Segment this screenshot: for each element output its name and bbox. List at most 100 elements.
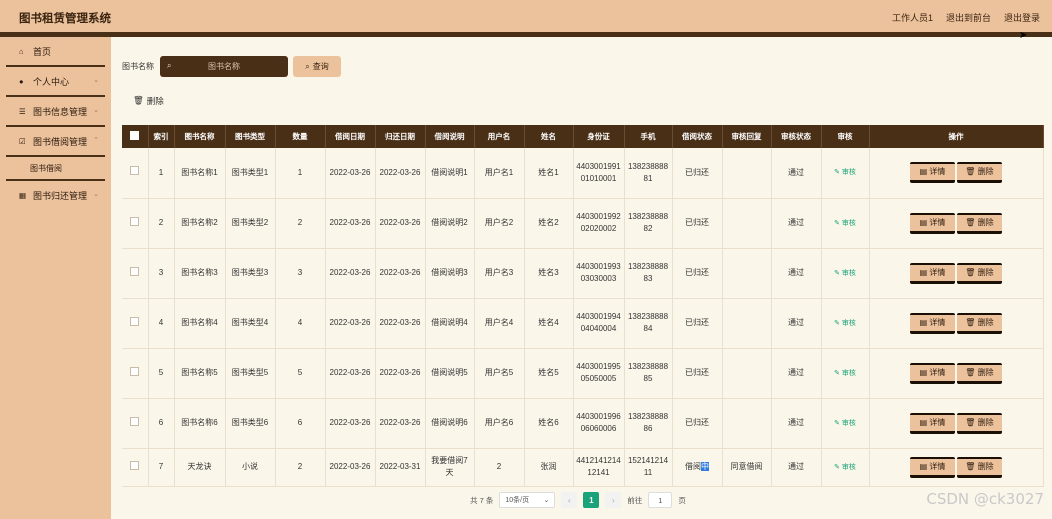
delete-button[interactable]: 🗑︎ 删除 [957, 412, 1002, 434]
query-button-label: 查询 [312, 62, 329, 71]
audit-link[interactable]: ✎ 审核 [834, 320, 856, 327]
table-cell: 已归还 [672, 248, 723, 299]
delete-button[interactable]: 🗑︎ 删除 [957, 162, 1002, 184]
select-all-cell [122, 125, 149, 148]
table-cell: 借阅说明5 [425, 348, 475, 399]
document-icon: ▤ [919, 417, 928, 427]
row-checkbox[interactable] [130, 266, 140, 276]
sidebar-item-home[interactable]: ⌂ 首页 [0, 37, 111, 65]
table-cell: 通过 [771, 198, 822, 249]
detail-button[interactable]: ▤ 详情 [910, 362, 955, 384]
table-cell [722, 248, 772, 299]
table-cell: 通过 [771, 148, 822, 199]
audit-cell: ✎ 审核 [821, 348, 870, 399]
user-name-link[interactable]: 工作人员1 [892, 11, 933, 24]
table-cell: 用户名2 [474, 198, 525, 249]
delete-button[interactable]: 🗑︎ 删除 [957, 362, 1002, 384]
detail-button[interactable]: ▤ 详情 [910, 162, 955, 184]
table-cell: 用户名6 [474, 398, 525, 449]
detail-button[interactable]: ▤ 详情 [910, 212, 955, 234]
column-header: 用户名 [474, 125, 525, 148]
app-title: 图书租赁管理系统 [19, 13, 111, 25]
table-cell: 借阅中 [672, 448, 723, 487]
select-all-checkbox[interactable] [130, 131, 140, 140]
table-cell: 通过 [771, 348, 822, 399]
table-cell: 姓名5 [524, 348, 574, 399]
table-row: 5 图书名称5 图书类型5 5 2022-03-26 2022-03-26 借阅说明5 用户名… [122, 348, 1044, 399]
action-cell: ▤ 详情 🗑︎ 删除 [869, 248, 1044, 299]
back-to-front-link[interactable]: 退出到前台 [946, 11, 991, 24]
page-number-button[interactable]: 1 [583, 492, 600, 508]
logout-link[interactable]: 退出登录 [1004, 11, 1040, 24]
trash-icon: 🗑︎ [965, 367, 976, 377]
table-cell: 13823888886 [624, 398, 673, 449]
table-row: 7 天龙诀 小说 2 2022-03-26 2022-03-31 我要借阅7天 2 张润 4412… [122, 448, 1044, 487]
table-cell: 姓名3 [524, 248, 574, 299]
table-cell: 小说 [225, 448, 276, 487]
action-cell: ▤ 详情 🗑︎ 删除 [869, 198, 1044, 249]
sidebar-item-return-mgmt[interactable]: ▦ 图书归还管理 ⌄ [0, 181, 111, 209]
table-cell: 5 [148, 348, 175, 399]
table-cell: 姓名6 [524, 398, 574, 449]
table-row: 4 图书名称4 图书类型4 4 2022-03-26 2022-03-26 借阅说明4 用户名… [122, 298, 1044, 349]
search-input[interactable] [160, 62, 288, 71]
table-cell: 图书名称1 [174, 148, 226, 199]
goto-page-input[interactable]: 1 [648, 492, 673, 508]
table-cell [722, 298, 772, 349]
sidebar-subitem-borrow[interactable]: 图书借阅 [0, 157, 111, 179]
delete-button[interactable]: 🗑︎ 删除 [957, 212, 1002, 234]
sidebar: ⌂ 首页 ● 个人中心 ⌄ ☰ 图书信息管理 ⌄ ☑ 图书借阅管理 ⌃ 图书借阅… [0, 37, 111, 519]
status-text: 借阅中 [685, 462, 709, 471]
detail-button-label: 详情 [929, 461, 946, 471]
audit-link[interactable]: ✎ 审核 [834, 220, 856, 227]
table-cell: 已归还 [672, 148, 723, 199]
row-checkbox[interactable] [130, 366, 140, 376]
detail-button[interactable]: ▤ 详情 [910, 312, 955, 334]
delete-button[interactable]: 🗑︎ 删除 [957, 312, 1002, 334]
table-cell: 440300199303030003 [573, 248, 625, 299]
row-checkbox[interactable] [130, 416, 140, 426]
audit-link[interactable]: ✎ 审核 [834, 420, 856, 427]
query-button[interactable]: ⌕ 查询 [293, 56, 341, 77]
chevron-down-icon: ⌄ [93, 191, 99, 198]
detail-button[interactable]: ▤ 详情 [910, 262, 955, 284]
page-size-select[interactable]: 10条/页 ⌄ [499, 492, 556, 508]
table-cell: 借阅说明3 [425, 248, 475, 299]
table-cell: 13823888882 [624, 198, 673, 249]
table-cell: 13823888881 [624, 148, 673, 199]
audit-label: 审核 [841, 369, 856, 377]
table-cell: 姓名4 [524, 298, 574, 349]
table-cell [722, 148, 772, 199]
table-cell: 图书类型3 [225, 248, 276, 299]
sidebar-item-book-info[interactable]: ☰ 图书信息管理 ⌄ [0, 97, 111, 125]
audit-link[interactable]: ✎ 审核 [834, 270, 856, 277]
table-cell: 姓名1 [524, 148, 574, 199]
audit-link[interactable]: ✎ 审核 [834, 464, 856, 471]
delete-button[interactable]: 🗑︎ 删除 [957, 456, 1002, 478]
table-cell: 图书类型4 [225, 298, 276, 349]
column-header: 借阅状态 [672, 125, 723, 148]
row-checkbox[interactable] [130, 316, 140, 326]
row-checkbox[interactable] [130, 460, 140, 470]
delete-button[interactable]: 🗑︎ 删除 [957, 262, 1002, 284]
prev-page-button[interactable]: ‹ [561, 492, 578, 508]
trash-icon: 🗑︎ [965, 417, 976, 427]
column-header: 图书类型 [225, 125, 276, 148]
row-checkbox[interactable] [130, 216, 140, 226]
audit-link[interactable]: ✎ 审核 [834, 169, 856, 176]
detail-button[interactable]: ▤ 详情 [910, 412, 955, 434]
table-cell: 图书名称2 [174, 198, 226, 249]
audit-label: 审核 [841, 463, 856, 471]
search-bar: 图书名称 ⌕ ⌕ 查询 [122, 56, 341, 77]
sidebar-item-personal[interactable]: ● 个人中心 ⌄ [0, 67, 111, 95]
next-page-button[interactable]: › [605, 492, 622, 508]
table-cell: 图书类型2 [225, 198, 276, 249]
mouse-cursor-icon: ➤ [1019, 30, 1028, 41]
row-checkbox[interactable] [130, 166, 140, 176]
audit-link[interactable]: ✎ 审核 [834, 370, 856, 377]
document-icon: ▤ [919, 367, 928, 377]
goto-label: 前往 [627, 495, 643, 505]
detail-button[interactable]: ▤ 详情 [910, 456, 955, 478]
sidebar-item-borrow-mgmt[interactable]: ☑ 图书借阅管理 ⌃ [0, 127, 111, 155]
batch-delete-button[interactable]: 🗑︎ 删除 [133, 95, 164, 107]
